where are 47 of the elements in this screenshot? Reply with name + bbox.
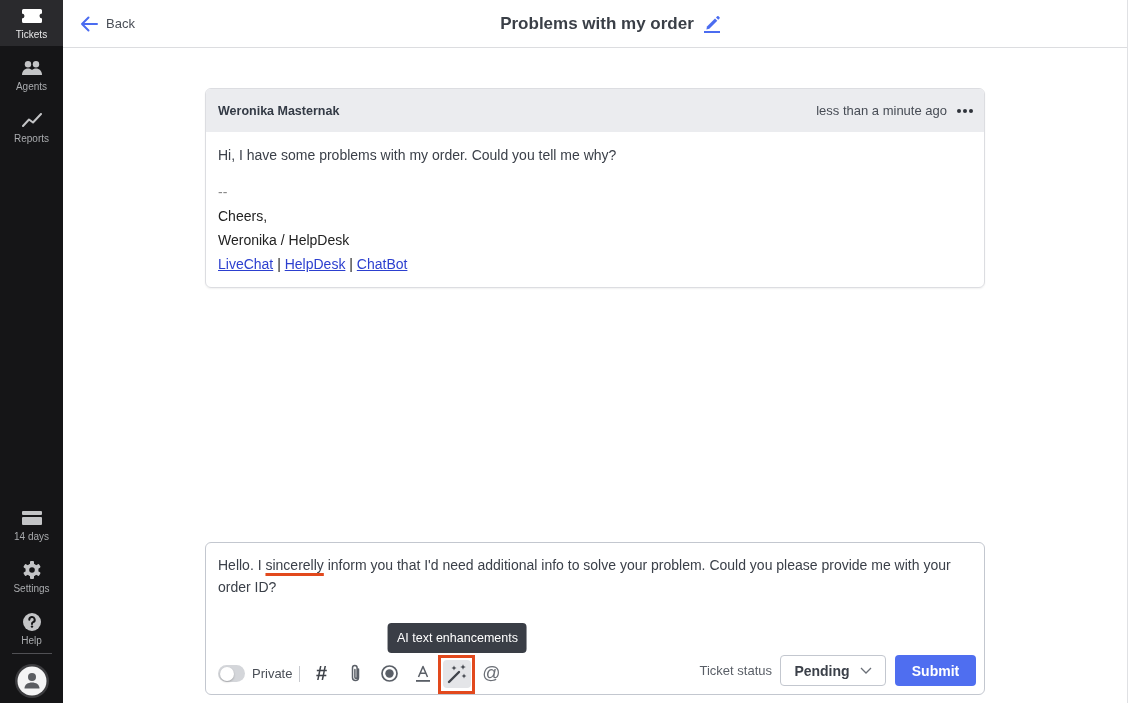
text-color-icon [416, 665, 431, 682]
timestamp: less than a minute ago [816, 103, 947, 118]
profile-button[interactable] [14, 664, 49, 698]
signature-link[interactable]: HelpDesk [284, 256, 346, 272]
link-separator: | [349, 256, 353, 272]
tooltip: AI text enhancements [388, 622, 527, 653]
signature-text: Weronika / HelpDesk [218, 231, 351, 250]
sidebar-item[interactable]: Agents [0, 52, 63, 98]
ticket-icon [21, 9, 42, 23]
sidebar-item[interactable]: Reports [0, 104, 63, 150]
people-icon [21, 61, 42, 75]
line-chart-icon [21, 113, 42, 127]
ticket-title: Problems with my order [500, 13, 694, 34]
card-icon [21, 511, 42, 525]
paperclip-icon [349, 664, 361, 683]
misspelled-word: sincerelly [265, 557, 324, 573]
chevron-down-icon [859, 667, 872, 674]
hashtag-button[interactable]: # [307, 659, 336, 688]
author-name: Weronika Masternak [218, 103, 341, 118]
more-icon [957, 108, 973, 113]
ai-enhance-button[interactable] [443, 659, 472, 688]
record-icon [380, 665, 398, 682]
signature-link[interactable]: LiveChat [218, 256, 274, 272]
sidebar-item[interactable]: Help [0, 606, 63, 652]
signature-separator: -- [218, 183, 229, 202]
sidebar-item[interactable]: Tickets [0, 0, 63, 46]
private-toggle[interactable] [218, 665, 245, 682]
status-dropdown[interactable]: Pending [780, 655, 886, 686]
link-separator: | [277, 256, 281, 272]
private-label: Private [252, 666, 293, 681]
arrow-left-icon [80, 15, 98, 32]
magic-wand-icon [447, 663, 468, 684]
gear-icon [22, 561, 41, 579]
sidebar-item[interactable]: 14 days [0, 502, 63, 548]
avatar-icon [14, 664, 49, 698]
help-icon [22, 613, 41, 631]
submit-button[interactable]: Submit [895, 655, 976, 686]
reply-field[interactable]: Hello. I sincerelly inform you that I'd need additional info to solve your problem. Could you please provide me with your order ID? [218, 554, 972, 598]
status-label: Ticket status [699, 663, 772, 678]
back-button[interactable]: Back [80, 15, 135, 32]
signature-text: Cheers, [218, 207, 269, 226]
message-text: Hi, I have some problems with my order. Could you tell me why? [218, 146, 618, 165]
signature-link[interactable]: ChatBot [356, 256, 408, 272]
pencil-icon [703, 14, 720, 33]
sidebar-item[interactable]: Settings [0, 554, 63, 600]
edit-button[interactable] [703, 14, 720, 33]
mention-button[interactable]: @ [477, 659, 506, 688]
